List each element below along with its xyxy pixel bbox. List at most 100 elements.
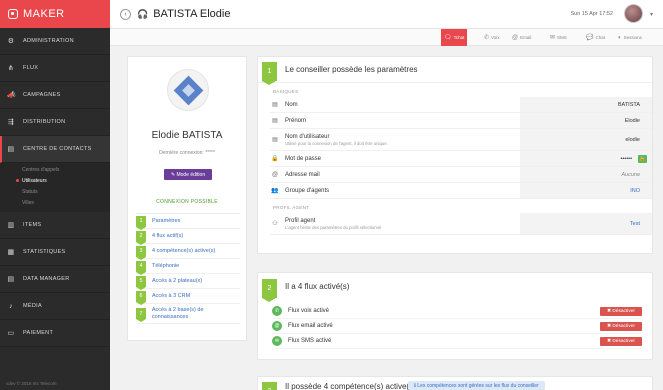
connection-step[interactable]: 5 Accès à 2 plateau(x) xyxy=(136,274,240,290)
section-flux: 2 Il a 4 flux activé(s) ✆ Flux voix activ… xyxy=(257,272,653,360)
phone-icon: ✆ xyxy=(272,306,282,316)
chevron-down-icon[interactable]: ▾ xyxy=(650,11,653,18)
tab-label: SMS xyxy=(557,35,567,40)
profile-name: Elodie BATISTA xyxy=(151,130,223,141)
row-value[interactable]: INO xyxy=(520,183,652,198)
at-icon: @ xyxy=(271,171,279,178)
tab-email[interactable]: @ Email xyxy=(509,29,534,46)
row-value[interactable]: Elodie xyxy=(520,113,652,128)
step-label[interactable]: Téléphonie xyxy=(152,263,179,270)
row-value[interactable]: •••••• 🔒 xyxy=(520,151,652,166)
deactivate-button[interactable]: ✖ Désactiver xyxy=(600,307,642,316)
database-icon: ▥ xyxy=(7,222,15,229)
tab-chat[interactable]: 💬 Chat xyxy=(583,29,608,46)
flux-row: ✉ Flux SMS activé ✖ Désactiver xyxy=(272,334,642,349)
sidebar-item-label: CENTRE DE CONTACTS xyxy=(23,146,92,152)
section-number: 1 xyxy=(262,62,277,85)
row-value[interactable]: Aucune xyxy=(520,167,652,182)
avatar[interactable] xyxy=(624,4,643,23)
chat-bubble-icon: 💬 xyxy=(586,35,594,41)
profile-agent-row[interactable]: ⚇ Profil agent L'agent hérite des paramè… xyxy=(270,213,652,235)
connection-step[interactable]: 2 4 flux actif(s) xyxy=(136,229,240,245)
back-icon[interactable]: ‹ xyxy=(120,8,131,20)
connection-step[interactable]: 4 Téléphonie xyxy=(136,259,240,275)
step-label[interactable]: 4 flux actif(s) xyxy=(152,233,183,240)
deactivate-button[interactable]: ✖ Désactiver xyxy=(600,337,642,346)
edit-mode-button[interactable]: ✎ Mode édition xyxy=(164,169,212,180)
tab-voix[interactable]: ✆ Voix xyxy=(481,29,503,46)
row-label: Groupe d'agents xyxy=(285,187,330,194)
row-label: Prénom xyxy=(285,117,307,124)
table-icon: ▤ xyxy=(7,276,15,283)
param-row[interactable]: ▤ Prénom Elodie xyxy=(270,113,652,129)
copyright: vdev © 2018 Iris Telecom xyxy=(6,381,57,386)
section-number: 2 xyxy=(262,278,277,302)
param-row[interactable]: @ Adresse mail Aucune xyxy=(270,167,652,183)
row-label-wrap: Nom d'utilisateur Utilisé pour la connexi… xyxy=(285,134,388,146)
sessions-icon: ◐ xyxy=(618,34,622,41)
id-card-icon: ▤ xyxy=(272,118,278,124)
id-card-icon: ▤ xyxy=(272,137,278,143)
section-parameters: 1 Le conseiller possède les paramètres B… xyxy=(257,56,653,254)
sms-icon: ✉ xyxy=(550,35,556,41)
user-settings-icon: ⚇ xyxy=(272,221,278,227)
sidebar-item-label: STATISTIQUES xyxy=(23,249,66,255)
sidebar-subitem[interactable]: Utilisateurs xyxy=(0,176,110,187)
row-label-wrap: Prénom xyxy=(285,118,306,124)
step-number: 7 xyxy=(136,308,146,322)
param-row[interactable]: 🔒 Mot de passe •••••• 🔒 xyxy=(270,151,652,167)
row-label: Mot de passe xyxy=(285,155,322,162)
step-number: 5 xyxy=(136,275,146,290)
users-icon: 👥 xyxy=(271,188,279,194)
last-connection: Dernière connexion: ***** xyxy=(159,150,215,156)
step-number: 2 xyxy=(136,230,146,245)
sidebar-item-centre-de-contacts[interactable]: ▤ CENTRE DE CONTACTS xyxy=(0,136,110,163)
sidebar-item-campagnes[interactable]: 📣 CAMPAGNES xyxy=(0,82,110,109)
step-label[interactable]: 4 compétence(s) active(s) xyxy=(152,248,215,255)
sms-icon: ✉ xyxy=(272,336,282,346)
row-label-wrap: Mot de passe xyxy=(285,156,321,162)
sidebar-item-distribution[interactable]: ⇶ DISTRIBUTION xyxy=(0,109,110,136)
flux-row: @ Flux email activé ✖ Désactiver xyxy=(272,319,642,334)
tab-sessions[interactable]: ◐ Sessions xyxy=(615,29,645,46)
sidebar-subitem[interactable]: Statuts xyxy=(0,187,110,198)
step-label[interactable]: Accès à 3 CRM xyxy=(152,293,190,300)
param-row[interactable]: ▤ Nom BATISTA xyxy=(270,97,652,113)
sidebar-item-paiement[interactable]: ▭ PAIEMENT xyxy=(0,320,110,347)
param-row[interactable]: 👥 Groupe d'agents INO xyxy=(270,183,652,199)
connection-steps: 1 Paramètres 2 4 flux actif(s) 3 4 compétence… xyxy=(136,213,240,324)
deactivate-button[interactable]: ✖ Désactiver xyxy=(600,322,642,331)
row-value[interactable]: Test xyxy=(520,213,652,234)
connection-step[interactable]: 3 4 compétence(s) active(s) xyxy=(136,244,240,260)
avatar-placeholder-icon xyxy=(173,75,204,106)
tab-label: Sessions xyxy=(623,35,642,40)
tab-tchat[interactable]: 🗨 Tchat xyxy=(441,29,468,46)
sidebar-item-média[interactable]: ♪ MÉDIA xyxy=(0,293,110,320)
sidebar-item-administration[interactable]: ⚙ ADMINISTRATION xyxy=(0,28,110,55)
group-label-profile: PROFIL AGENT xyxy=(273,205,310,210)
tab-label: Email xyxy=(520,35,532,40)
section-header: 1 Le conseiller possède les paramètres xyxy=(258,57,652,85)
connection-step[interactable]: 7 Accès à 2 base(s) de connaissances xyxy=(136,304,240,324)
flux-label: Flux email activé xyxy=(288,323,333,329)
sidebar-item-statistiques[interactable]: ▦ STATISTIQUES xyxy=(0,239,110,266)
sidebar-subitem[interactable]: Villes xyxy=(0,198,110,209)
step-label[interactable]: Paramètres xyxy=(152,218,180,225)
step-label[interactable]: Accès à 2 base(s) de connaissances xyxy=(152,307,240,320)
param-row[interactable]: ▤ Nom d'utilisateur Utilisé pour la connex… xyxy=(270,129,652,151)
connection-step[interactable]: 6 Accès à 3 CRM xyxy=(136,289,240,305)
sidebar-item-items[interactable]: ▥ ITEMS xyxy=(0,212,110,239)
step-label[interactable]: Accès à 2 plateau(x) xyxy=(152,278,202,285)
row-value[interactable]: BATISTA xyxy=(520,97,652,112)
lock-icon[interactable]: 🔒 xyxy=(638,155,647,163)
sidebar-item-label: ADMINISTRATION xyxy=(23,38,74,44)
sidebar-item-data-manager[interactable]: ▤ DATA MANAGER xyxy=(0,266,110,293)
sidebar-item-flux[interactable]: ⋔ FLUX xyxy=(0,55,110,82)
sidebar-subitem[interactable]: Centres d'appels xyxy=(0,165,110,176)
row-label: Nom xyxy=(285,101,298,108)
row-value[interactable]: elodie xyxy=(520,129,652,150)
connection-step[interactable]: 1 Paramètres xyxy=(136,214,240,230)
channel-bar: 🗨 Tchat ✆ Voix @ Email ✉ SMS 💬 Chat ◐ Sessions xyxy=(110,29,663,46)
tab-sms[interactable]: ✉ SMS xyxy=(547,29,570,46)
brand[interactable]: MAKER xyxy=(0,0,110,28)
